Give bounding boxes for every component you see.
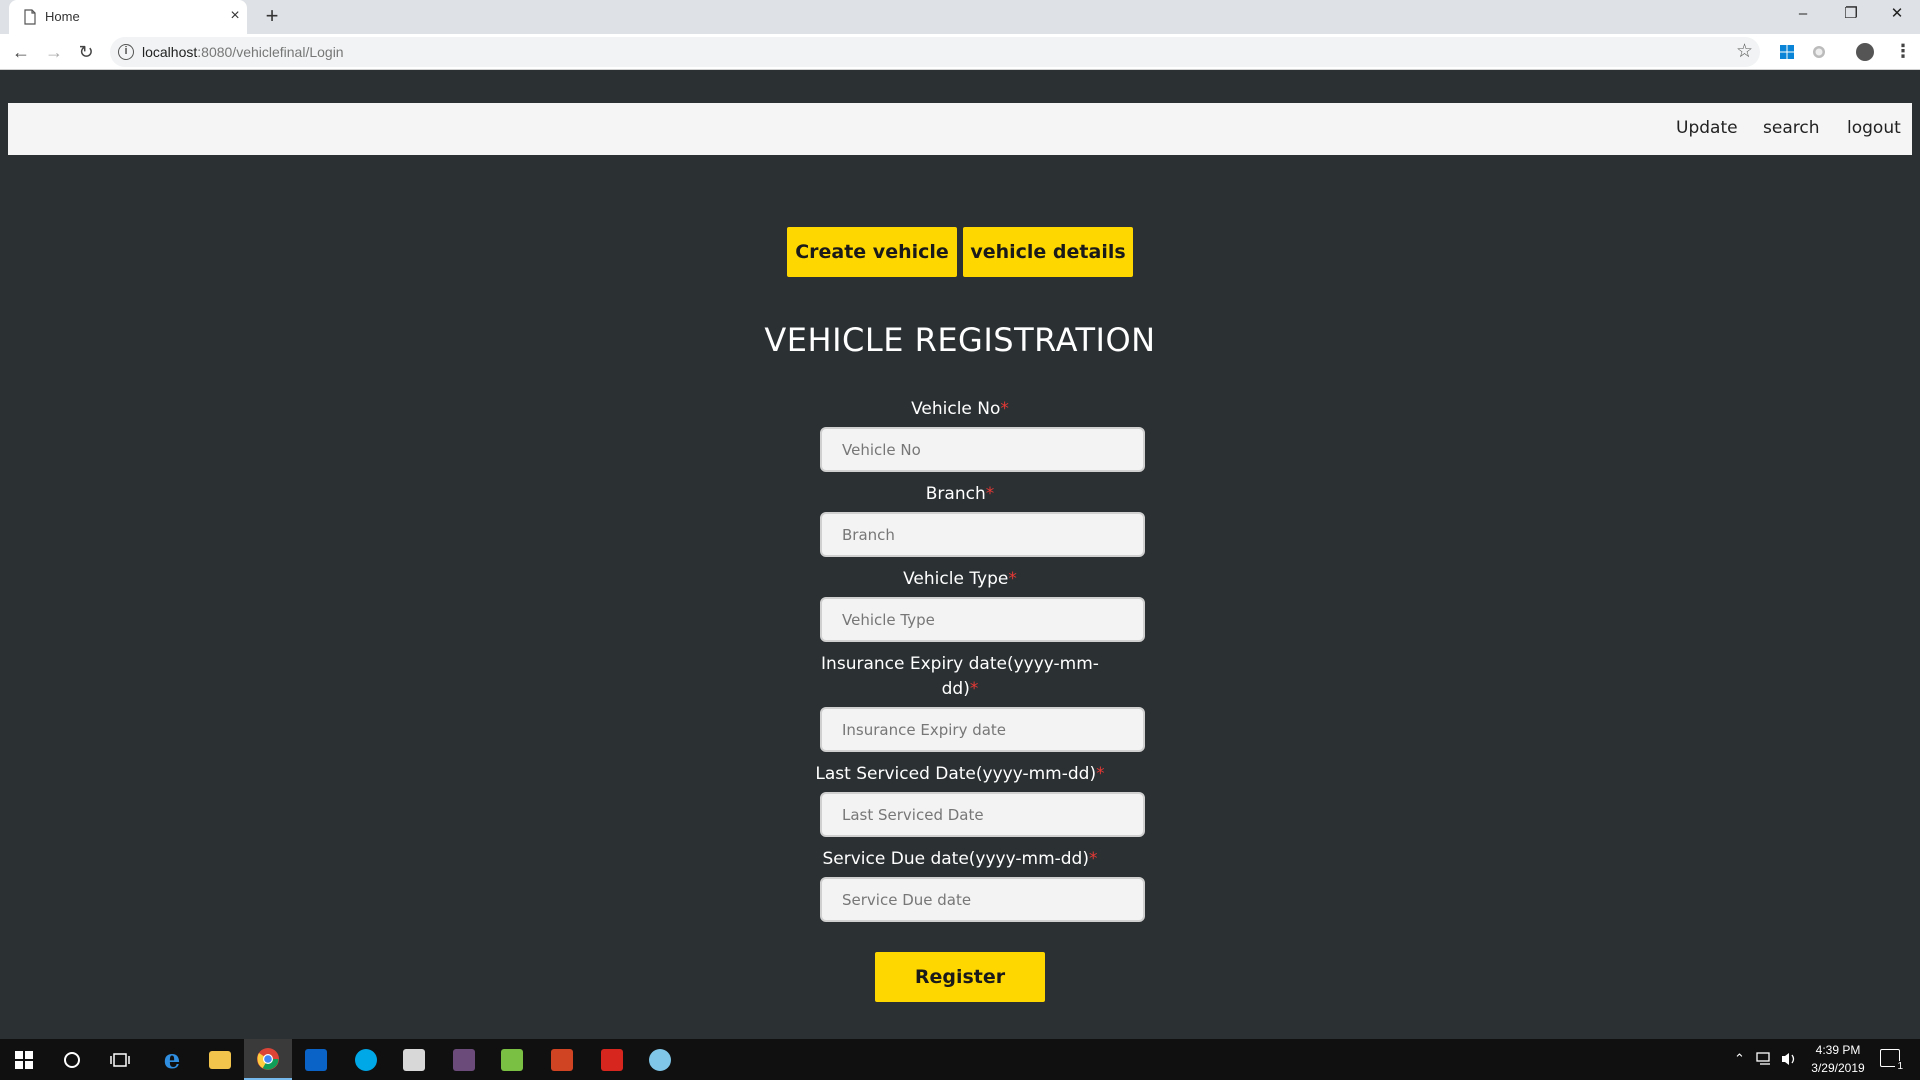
last-serviced-label-text: Last Serviced Date(yyyy-mm-dd) <box>815 764 1097 784</box>
start-button[interactable] <box>0 1039 48 1080</box>
taskbar-app[interactable] <box>390 1039 438 1080</box>
edge-icon: e <box>163 1044 181 1075</box>
volume-icon[interactable] <box>1780 1051 1798 1067</box>
windows-start-icon <box>15 1050 33 1069</box>
required-marker: * <box>1000 399 1009 419</box>
nav-logout-link[interactable]: logout <box>1847 118 1901 138</box>
branch-label-text: Branch <box>925 484 986 504</box>
notepad-icon <box>501 1048 523 1071</box>
branch-label: Branch* <box>820 482 1100 507</box>
windows-extension-icon[interactable] <box>1779 44 1795 60</box>
vehicle-type-label-text: Vehicle Type <box>903 569 1009 589</box>
tray-chevron-icon[interactable]: ⌃ <box>1734 1051 1745 1067</box>
window-close-button[interactable]: ✕ <box>1874 0 1920 30</box>
taskbar-skype[interactable] <box>342 1039 390 1080</box>
folder-icon <box>209 1050 231 1069</box>
taskbar: e ⌃ 4:39 PM 3/29/2019 1 <box>0 1039 1920 1080</box>
url-host: localhost <box>142 44 198 60</box>
create-vehicle-button[interactable]: Create vehicle <box>787 227 957 277</box>
vehicle-no-input[interactable] <box>820 427 1145 472</box>
search-button[interactable] <box>48 1039 96 1080</box>
taskbar-notepad[interactable] <box>488 1039 536 1080</box>
taskbar-paint[interactable] <box>636 1039 684 1080</box>
branch-input[interactable] <box>820 512 1145 557</box>
taskbar-edge[interactable]: e <box>148 1039 196 1080</box>
nav-search-link[interactable]: search <box>1763 118 1819 138</box>
required-marker: * <box>1096 764 1105 784</box>
taskbar-outlook[interactable] <box>292 1039 340 1080</box>
tab-close-icon[interactable]: × <box>225 6 245 26</box>
forward-button[interactable]: → <box>40 38 68 66</box>
window-app-icon <box>403 1048 425 1071</box>
page-title: VEHICLE REGISTRATION <box>764 321 1156 359</box>
network-icon[interactable] <box>1756 1052 1774 1066</box>
taskbar-chrome[interactable] <box>244 1039 292 1080</box>
extension-icon[interactable] <box>1811 44 1827 60</box>
bookmark-star-icon[interactable]: ☆ <box>1736 40 1753 63</box>
app-icon <box>453 1048 475 1071</box>
browser-tabstrip: Home × + – ❐ ✕ <box>0 0 1920 34</box>
page-icon <box>24 9 36 25</box>
new-tab-button[interactable]: + <box>260 5 284 29</box>
vehicle-no-label-text: Vehicle No <box>911 399 1001 419</box>
address-bar[interactable]: i localhost:8080/vehiclefinal/Login ☆ <box>110 37 1760 67</box>
back-button[interactable]: ← <box>7 38 35 66</box>
top-navbar: Update search logout <box>8 103 1912 155</box>
reload-button[interactable]: ↻ <box>72 38 100 66</box>
task-view-icon <box>110 1052 130 1067</box>
url-path: :8080/vehiclefinal/Login <box>197 44 344 60</box>
last-serviced-label: Last Serviced Date(yyyy-mm-dd)* <box>800 762 1120 787</box>
browser-tab[interactable]: Home × <box>9 0 247 34</box>
required-marker: * <box>985 484 995 504</box>
skype-icon <box>355 1048 377 1071</box>
required-marker: * <box>1008 569 1017 589</box>
last-serviced-input[interactable] <box>820 792 1145 837</box>
service-due-label: Service Due date(yyyy-mm-dd)* <box>800 847 1120 872</box>
taskbar-app-2[interactable] <box>440 1039 488 1080</box>
browser-menu-icon[interactable]: ⋮ <box>1894 41 1912 62</box>
insurance-expiry-label: Insurance Expiry date(yyyy-mm-dd)* <box>820 652 1100 702</box>
service-due-label-text: Service Due date(yyyy-mm-dd) <box>822 849 1089 869</box>
clock-time[interactable]: 4:39 PM <box>1806 1043 1870 1057</box>
required-marker: * <box>969 679 979 699</box>
required-marker: * <box>1088 849 1098 869</box>
cortana-circle-icon <box>64 1051 80 1068</box>
vehicle-type-input[interactable] <box>820 597 1145 642</box>
minimize-button[interactable]: – <box>1780 0 1826 30</box>
vehicle-type-label: Vehicle Type* <box>820 567 1100 592</box>
clock-date[interactable]: 3/29/2019 <box>1806 1061 1870 1075</box>
register-button[interactable]: Register <box>875 952 1045 1002</box>
paint-icon <box>649 1048 671 1071</box>
taskbar-acrobat[interactable] <box>588 1039 636 1080</box>
vehicle-details-button[interactable]: vehicle details <box>963 227 1133 277</box>
acrobat-icon <box>601 1048 623 1071</box>
url-text[interactable]: localhost:8080/vehiclefinal/Login <box>142 44 344 60</box>
insurance-expiry-label-text: Insurance Expiry date(yyyy-mm-dd) <box>821 654 1099 699</box>
service-due-input[interactable] <box>820 877 1145 922</box>
maximize-button[interactable]: ❐ <box>1828 0 1874 30</box>
taskbar-file-explorer[interactable] <box>196 1039 244 1080</box>
browser-toolbar: ← → ↻ i localhost:8080/vehiclefinal/Logi… <box>0 34 1920 70</box>
notification-count: 1 <box>1895 1061 1905 1072</box>
action-center-icon[interactable]: 1 <box>1880 1049 1905 1072</box>
nav-update-link[interactable]: Update <box>1676 118 1738 138</box>
profile-icon[interactable] <box>1856 43 1874 61</box>
chrome-icon <box>257 1047 279 1070</box>
outlook-icon <box>305 1048 327 1071</box>
powerpoint-icon <box>551 1048 573 1071</box>
page: Update search logout Create vehicle vehi… <box>0 71 1920 1039</box>
insurance-expiry-input[interactable] <box>820 707 1145 752</box>
vehicle-no-label: Vehicle No* <box>820 397 1100 422</box>
tab-title: Home <box>45 9 80 24</box>
task-view-button[interactable] <box>96 1039 144 1080</box>
info-icon[interactable]: i <box>118 44 134 60</box>
taskbar-powerpoint[interactable] <box>538 1039 586 1080</box>
